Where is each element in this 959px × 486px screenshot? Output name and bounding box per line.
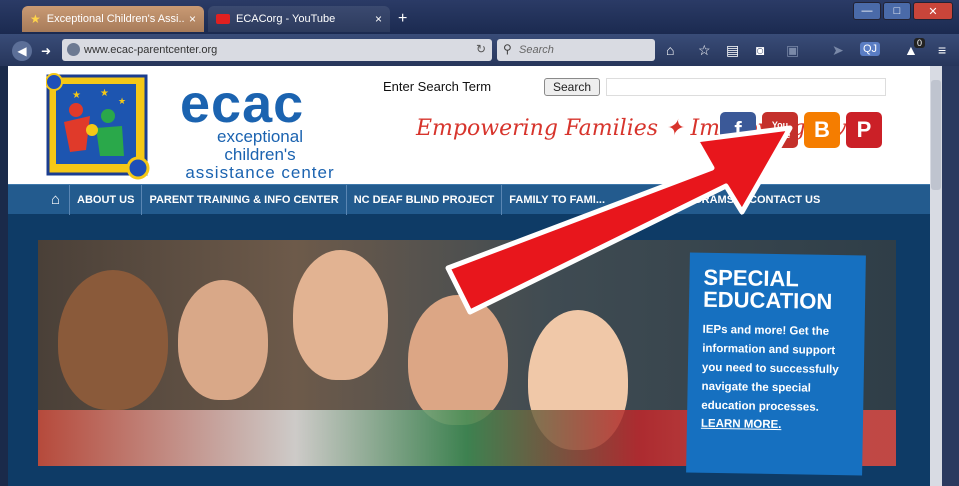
nav-programs[interactable]: PROGRAMS [662, 184, 743, 215]
close-window-button[interactable]: ✕ [913, 2, 953, 20]
address-bar[interactable]: www.ecac-parentcenter.org ↻ [62, 39, 492, 61]
child-photo-shape [408, 295, 508, 425]
tab-youtube[interactable]: ECACorg - YouTube × [208, 6, 390, 32]
svg-text:★: ★ [100, 88, 109, 99]
secondary-search-field[interactable] [606, 78, 886, 96]
maximize-button[interactable]: □ [883, 2, 911, 20]
nav-nc-deaf-blind[interactable]: NC DEAF BLIND PROJECT [347, 184, 503, 215]
forward-icon[interactable]: ➜ [36, 41, 56, 61]
promo-title-line2: EDUCATION [702, 286, 833, 314]
youtube-icon-top: You [771, 120, 789, 130]
bookmark-star-icon[interactable]: ☆ [698, 42, 711, 59]
ecac-logo-icon[interactable]: ★ ★ ★ [46, 72, 150, 180]
home-icon[interactable]: ⌂ [666, 42, 674, 58]
learn-more-link[interactable]: LEARN MORE. [701, 418, 849, 433]
new-tab-button[interactable]: + [398, 10, 407, 28]
promo-body: IEPs and more! Get the information and s… [701, 323, 839, 414]
site-tagline: Empowering Families ✦ Improving Lives [416, 116, 871, 141]
nav-parent-training[interactable]: PARENT TRAINING & INFO CENTER [142, 184, 347, 215]
scrollbar-thumb[interactable] [931, 80, 941, 190]
svg-text:★: ★ [72, 90, 81, 101]
youtube-icon-bottom: Tube [769, 130, 791, 140]
youtube-icon[interactable]: You Tube [762, 112, 798, 148]
site-search-button[interactable]: Search [544, 78, 600, 96]
side-panel [942, 66, 959, 486]
bookmarks-list-icon[interactable]: ▤ [726, 42, 739, 59]
site-nav: ⌂ ABOUT US PARENT TRAINING & INFO CENTER… [8, 184, 930, 215]
page-scrollbar[interactable] [930, 66, 942, 486]
tab-label: Exceptional Children's Assi... [46, 13, 185, 25]
youtube-favicon-icon [216, 14, 230, 24]
notification-badge: 0 [914, 38, 926, 48]
browser-titlebar: ★ Exceptional Children's Assi... × ECACo… [0, 0, 959, 34]
child-photo-shape [178, 280, 268, 400]
browser-navbar: ◀ ➜ www.ecac-parentcenter.org ↻ ⚲ Search… [0, 34, 959, 66]
back-icon[interactable]: ◀ [12, 41, 32, 61]
child-photo-shape [58, 270, 168, 410]
brand-subtitle-line2: assistance center [185, 163, 335, 182]
minimize-button[interactable]: — [853, 2, 881, 20]
nav-contact-us[interactable]: CONTACT US [742, 185, 827, 215]
close-tab-icon[interactable]: × [375, 12, 382, 26]
reload-icon[interactable]: ↻ [476, 42, 486, 56]
facebook-icon[interactable]: f [720, 112, 756, 148]
site-brand[interactable]: ecac exceptional children's assistance c… [180, 74, 340, 182]
profile-icon[interactable]: QJ [860, 42, 881, 56]
svg-text:★: ★ [118, 96, 126, 106]
close-tab-icon[interactable]: × [189, 12, 196, 26]
pinterest-icon[interactable]: P [846, 112, 882, 148]
nav-family-to-family[interactable]: FAMILY TO FAMI... [502, 184, 663, 215]
extension-icon[interactable]: ▣ [786, 42, 799, 59]
nav-about-us[interactable]: ABOUT US [70, 184, 143, 215]
globe-icon [67, 43, 80, 56]
webpage: ★ ★ ★ ecac exceptional children's assist… [8, 66, 930, 486]
nav-home-icon[interactable]: ⌂ [42, 184, 70, 215]
browser-search-input[interactable]: ⚲ Search [497, 39, 655, 61]
menu-icon[interactable]: ≡ [938, 42, 946, 58]
pocket-icon[interactable]: ◙ [756, 42, 764, 58]
search-icon: ⚲ [503, 42, 512, 56]
star-icon: ★ [30, 12, 41, 26]
site-search-input[interactable]: Enter Search Term [378, 78, 540, 96]
send-icon[interactable]: ➤ [832, 42, 844, 59]
teacher-photo-shape [293, 250, 388, 380]
tab-label: ECACorg - YouTube [236, 13, 336, 25]
search-placeholder: Search [519, 44, 554, 56]
window-controls: — □ ✕ [853, 2, 953, 20]
site-header: ★ ★ ★ ecac exceptional children's assist… [8, 66, 930, 184]
brand-name: ecac [180, 74, 305, 134]
special-education-promo[interactable]: SPECIAL EDUCATION IEPs and more! Get the… [686, 252, 866, 476]
url-text: www.ecac-parentcenter.org [84, 44, 218, 56]
tab-ecac[interactable]: ★ Exceptional Children's Assi... × [22, 6, 204, 32]
blogger-icon[interactable]: B [804, 112, 840, 148]
